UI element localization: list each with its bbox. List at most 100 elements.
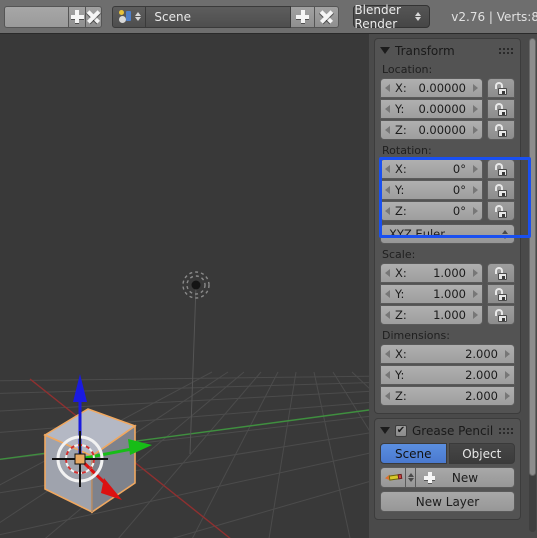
drag-grip-icon[interactable] bbox=[499, 427, 513, 434]
pencil-icon bbox=[384, 470, 402, 485]
rotation-row-group: X: 0° Y: 0° Z: 0° bbox=[380, 159, 515, 221]
rotation-mode-dropdown[interactable]: XYZ Euler bbox=[380, 224, 515, 244]
increment-arrow-icon[interactable] bbox=[505, 392, 510, 400]
properties-scrollbar-thumb[interactable] bbox=[529, 38, 536, 476]
unlocked-padlock-icon bbox=[494, 266, 508, 280]
rotation-y-field[interactable]: Y: 0° bbox=[380, 180, 483, 200]
properties-scrollbar-track[interactable] bbox=[529, 38, 536, 532]
unlocked-padlock-icon bbox=[494, 162, 508, 176]
grease-pencil-checkbox[interactable] bbox=[395, 424, 407, 437]
3d-viewport[interactable] bbox=[0, 34, 369, 538]
scale-x-field[interactable]: X: 1.000 bbox=[380, 263, 483, 283]
plus-icon bbox=[296, 10, 310, 23]
remove-button-left[interactable] bbox=[85, 5, 103, 28]
new-layer-button[interactable]: New Layer bbox=[380, 491, 515, 512]
rotation-z-field[interactable]: Z: 0° bbox=[380, 201, 483, 221]
decrement-arrow-icon[interactable] bbox=[385, 392, 390, 400]
rotation-y-lock-button[interactable] bbox=[487, 180, 515, 200]
decrement-arrow-icon[interactable] bbox=[385, 105, 390, 113]
grease-pencil-datablock-button[interactable] bbox=[380, 467, 406, 488]
increment-arrow-icon[interactable] bbox=[473, 105, 478, 113]
rotation-x-lock-button[interactable] bbox=[487, 159, 515, 179]
location-y-value: 0.00000 bbox=[418, 102, 466, 116]
decrement-arrow-icon[interactable] bbox=[385, 186, 390, 194]
location-x-value: 0.00000 bbox=[418, 81, 466, 95]
unlocked-padlock-icon bbox=[494, 183, 508, 197]
rotation-x-field[interactable]: X: 0° bbox=[380, 159, 483, 179]
version-status-area: v2.76 | Verts:8 | Fa bbox=[444, 9, 537, 24]
new-grease-pencil-button[interactable]: New bbox=[416, 467, 515, 488]
location-row-group: X: 0.00000 Y: 0.00000 Z: 0.00000 bbox=[380, 78, 515, 140]
location-y-field[interactable]: Y: 0.00000 bbox=[380, 99, 483, 119]
increment-arrow-icon[interactable] bbox=[473, 290, 478, 298]
drag-grip-icon[interactable] bbox=[499, 47, 513, 54]
decrement-arrow-icon[interactable] bbox=[385, 371, 390, 379]
rotation-label: Rotation: bbox=[382, 144, 432, 157]
increment-arrow-icon[interactable] bbox=[473, 269, 478, 277]
rotation-mode-label: XYZ Euler bbox=[389, 227, 445, 241]
increment-arrow-icon[interactable] bbox=[473, 84, 478, 92]
rotation-z-lock-button[interactable] bbox=[487, 201, 515, 221]
transform-panel-header[interactable]: Transform bbox=[380, 42, 515, 59]
increment-arrow-icon[interactable] bbox=[473, 126, 478, 134]
decrement-arrow-icon[interactable] bbox=[385, 269, 390, 277]
delete-scene-button[interactable] bbox=[315, 5, 340, 28]
toggle-scene[interactable]: Scene bbox=[380, 443, 447, 464]
properties-panel: Transform Location: X: 0.00000 Y: 0.0000… bbox=[369, 34, 537, 538]
scale-x-lock-button[interactable] bbox=[487, 263, 515, 283]
dimensions-z-field[interactable]: Z: 2.000 bbox=[380, 386, 515, 406]
dimensions-y-field[interactable]: Y: 2.000 bbox=[380, 365, 515, 385]
increment-arrow-icon[interactable] bbox=[473, 165, 478, 173]
decrement-arrow-icon[interactable] bbox=[385, 290, 390, 298]
increment-arrow-icon[interactable] bbox=[473, 186, 478, 194]
top-header-bar: Scene Blender Render v2.76 | Verts:8 | F… bbox=[0, 0, 537, 34]
dimensions-x-field[interactable]: X: 2.000 bbox=[380, 344, 515, 364]
location-x-label: X: bbox=[395, 81, 407, 95]
location-z-lock-button[interactable] bbox=[487, 120, 515, 140]
render-engine-dropdown[interactable]: Blender Render bbox=[353, 3, 431, 31]
increment-arrow-icon[interactable] bbox=[473, 207, 478, 215]
grease-pencil-panel: Grease Pencil Scene Object New bbox=[374, 418, 521, 520]
scale-z-lock-button[interactable] bbox=[487, 305, 515, 325]
truncated-field[interactable] bbox=[4, 5, 70, 28]
grease-pencil-panel-header[interactable]: Grease Pencil bbox=[380, 422, 515, 439]
scale-x-label: X: bbox=[395, 266, 407, 280]
viewport-canvas bbox=[0, 34, 369, 538]
add-scene-button[interactable] bbox=[291, 5, 316, 28]
decrement-arrow-icon[interactable] bbox=[385, 311, 390, 319]
grease-pencil-new-row: New bbox=[380, 467, 515, 488]
scene-name-field[interactable]: Scene bbox=[146, 5, 292, 28]
toggle-object[interactable]: Object bbox=[448, 443, 515, 464]
unlocked-padlock-icon bbox=[494, 287, 508, 301]
increment-arrow-icon[interactable] bbox=[505, 350, 510, 358]
decrement-arrow-icon[interactable] bbox=[385, 165, 390, 173]
unlocked-padlock-icon bbox=[494, 102, 508, 116]
location-x-field[interactable]: X: 0.00000 bbox=[380, 78, 483, 98]
dimensions-y-value: 2.000 bbox=[465, 368, 498, 382]
decrement-arrow-icon[interactable] bbox=[385, 207, 390, 215]
add-button-left[interactable] bbox=[69, 5, 86, 28]
scale-y-field[interactable]: Y: 1.000 bbox=[380, 284, 483, 304]
location-y-lock-button[interactable] bbox=[487, 99, 515, 119]
increment-arrow-icon[interactable] bbox=[473, 311, 478, 319]
increment-arrow-icon[interactable] bbox=[505, 371, 510, 379]
decrement-arrow-icon[interactable] bbox=[385, 84, 390, 92]
scale-y-label: Y: bbox=[395, 287, 405, 301]
transform-panel: Transform Location: X: 0.00000 Y: 0.0000… bbox=[374, 38, 531, 414]
scale-y-lock-button[interactable] bbox=[487, 284, 515, 304]
scene-datablock-dropdown[interactable] bbox=[112, 5, 147, 28]
location-x-lock-button[interactable] bbox=[487, 78, 515, 98]
scene-datablock-icon bbox=[118, 9, 133, 24]
unlocked-padlock-icon bbox=[494, 81, 508, 95]
plus-icon bbox=[70, 10, 84, 23]
dimensions-x-label: X: bbox=[395, 347, 407, 361]
decrement-arrow-icon[interactable] bbox=[385, 350, 390, 358]
grease-pencil-browse-arrows[interactable] bbox=[406, 467, 416, 488]
location-z-field[interactable]: Z: 0.00000 bbox=[380, 120, 483, 140]
transform-panel-title: Transform bbox=[395, 43, 455, 58]
chevron-updown-icon bbox=[407, 473, 414, 482]
plus-icon bbox=[424, 472, 435, 483]
scale-z-field[interactable]: Z: 1.000 bbox=[380, 305, 483, 325]
decrement-arrow-icon[interactable] bbox=[385, 126, 390, 134]
chevron-updown-icon bbox=[502, 229, 508, 239]
